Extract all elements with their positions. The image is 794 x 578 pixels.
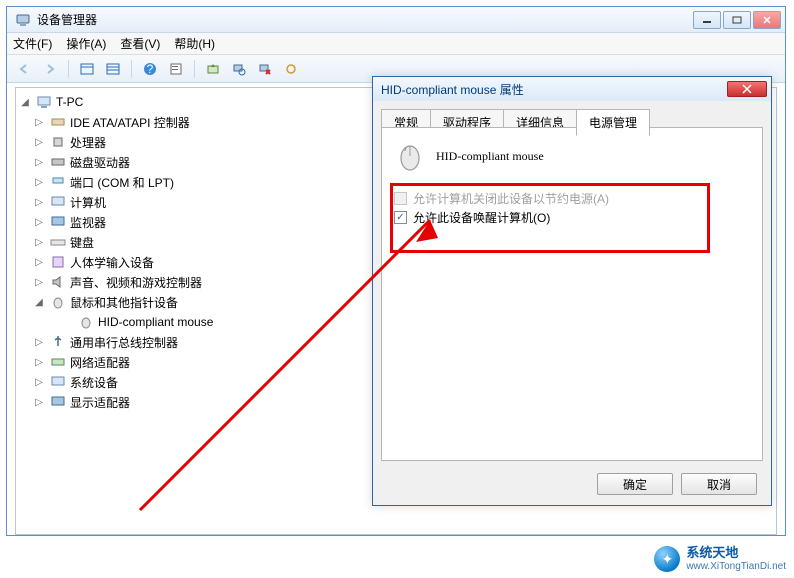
- menu-view[interactable]: 查看(V): [120, 35, 160, 52]
- watermark: ✦ 系统天地 www.XiTongTianDi.net: [654, 546, 786, 572]
- disk-icon: [50, 154, 66, 170]
- back-button[interactable]: [13, 58, 35, 80]
- dialog-title: HID-compliant mouse 属性: [381, 81, 727, 98]
- minimize-button[interactable]: [693, 11, 721, 29]
- forward-button[interactable]: [39, 58, 61, 80]
- checkbox-allow-off: 允许计算机关闭此设备以节约电源(A): [394, 190, 750, 207]
- network-icon: [50, 354, 66, 370]
- device-name-label: HID-compliant mouse: [436, 149, 544, 164]
- properties-dialog: HID-compliant mouse 属性 常规 驱动程序 详细信息 电源管理…: [372, 76, 772, 506]
- cpu-icon: [50, 134, 66, 150]
- checkbox-label: 允许计算机关闭此设备以节约电源(A): [413, 190, 609, 207]
- display-icon: [50, 394, 66, 410]
- tree-label: T-PC: [56, 95, 83, 109]
- dialog-buttons: 确定 取消: [597, 473, 757, 495]
- update-driver-button[interactable]: [202, 58, 224, 80]
- watermark-title: 系统天地: [686, 546, 786, 560]
- checkbox-label: 允许此设备唤醒计算机(O): [413, 209, 550, 226]
- watermark-icon: ✦: [654, 546, 680, 572]
- toolbar-separator: [131, 60, 132, 78]
- dialog-close-button[interactable]: [727, 81, 767, 97]
- watermark-url: www.XiTongTianDi.net: [686, 561, 786, 572]
- device-header: HID-compliant mouse: [394, 140, 750, 172]
- scan-button[interactable]: [228, 58, 250, 80]
- hid-icon: [50, 254, 66, 270]
- usb-icon: [50, 334, 66, 350]
- tab-panel-power: HID-compliant mouse 允许计算机关闭此设备以节约电源(A) 允…: [381, 127, 763, 461]
- ok-button[interactable]: 确定: [597, 473, 673, 495]
- menu-file[interactable]: 文件(F): [13, 35, 52, 52]
- mouse-icon: [78, 314, 94, 330]
- mouse-icon: [50, 294, 66, 310]
- mouse-large-icon: [394, 140, 426, 172]
- menu-action[interactable]: 操作(A): [66, 35, 106, 52]
- cancel-button[interactable]: 取消: [681, 473, 757, 495]
- window-title: 设备管理器: [37, 11, 693, 28]
- monitor-icon: [50, 214, 66, 230]
- computer-icon: [50, 194, 66, 210]
- help-button[interactable]: ?: [139, 58, 161, 80]
- refresh-button[interactable]: [280, 58, 302, 80]
- system-icon: [50, 374, 66, 390]
- port-icon: [50, 174, 66, 190]
- audio-icon: [50, 274, 66, 290]
- maximize-button[interactable]: [723, 11, 751, 29]
- controller-icon: [50, 114, 66, 130]
- view-button[interactable]: [76, 58, 98, 80]
- tab-power[interactable]: 电源管理: [576, 109, 650, 136]
- window-buttons: [693, 11, 781, 29]
- toolbar-separator: [194, 60, 195, 78]
- svg-text:?: ?: [147, 62, 154, 76]
- menu-help[interactable]: 帮助(H): [174, 35, 215, 52]
- close-button[interactable]: [753, 11, 781, 29]
- details-button[interactable]: [102, 58, 124, 80]
- checkbox-icon: [394, 192, 407, 205]
- computer-icon: [36, 94, 52, 110]
- checkbox-allow-wake[interactable]: 允许此设备唤醒计算机(O): [394, 209, 750, 226]
- checkbox-icon[interactable]: [394, 211, 407, 224]
- uninstall-button[interactable]: [254, 58, 276, 80]
- app-icon: [15, 12, 31, 28]
- menubar: 文件(F) 操作(A) 查看(V) 帮助(H): [7, 33, 785, 55]
- properties-button[interactable]: [165, 58, 187, 80]
- dialog-titlebar: HID-compliant mouse 属性: [373, 77, 771, 101]
- keyboard-icon: [50, 234, 66, 250]
- toolbar-separator: [68, 60, 69, 78]
- titlebar: 设备管理器: [7, 7, 785, 33]
